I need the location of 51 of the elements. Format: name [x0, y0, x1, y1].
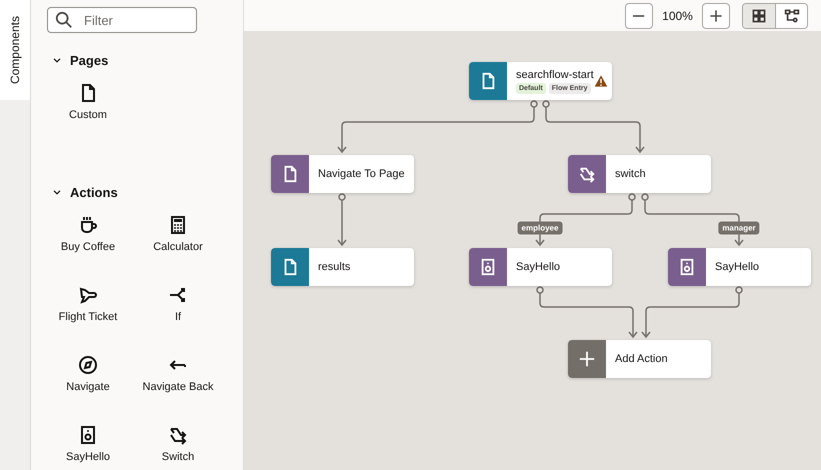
speaker-icon: [678, 258, 696, 276]
node-label: Navigate To Page: [318, 168, 406, 180]
zoom-in-button[interactable]: [702, 2, 730, 28]
switch-arrows-icon: [578, 165, 596, 183]
component-item[interactable]: Buy Coffee: [43, 199, 133, 269]
node-label: SayHello: [715, 261, 760, 273]
zoom-out-button[interactable]: [625, 2, 653, 28]
component-item[interactable]: If: [133, 269, 223, 339]
node-label: SayHello: [516, 261, 562, 273]
flow-node[interactable]: results: [271, 248, 414, 286]
node-label: Add Action: [615, 353, 669, 365]
flow-node[interactable]: switch: [568, 155, 711, 193]
component-item[interactable]: Navigate Back: [133, 339, 223, 409]
flow-node[interactable]: Navigate To Page: [271, 155, 414, 193]
plus-icon: [578, 350, 596, 368]
component-item[interactable]: Flight Ticket: [43, 269, 133, 339]
grid-icon: [751, 8, 767, 24]
coffee-cup-icon: [78, 215, 98, 235]
component-item[interactable]: SayHello: [43, 409, 133, 470]
airplane-icon: [78, 285, 98, 305]
compass-icon: [78, 355, 98, 375]
speaker-icon: [78, 425, 98, 445]
filter-field[interactable]: Filter: [47, 7, 197, 33]
components-tab[interactable]: Components: [0, 0, 30, 100]
view-toggle[interactable]: [743, 4, 775, 28]
zoom-level: 100%: [661, 8, 694, 22]
speaker-icon: [479, 258, 497, 276]
switch-arrows-icon: [168, 425, 188, 445]
branch-arrows-icon: [168, 285, 188, 305]
section-header[interactable]: Actions: [47, 185, 243, 199]
flow-node[interactable]: SayHello: [668, 248, 811, 286]
component-item[interactable]: Navigate: [43, 339, 133, 409]
component-item[interactable]: Switch: [133, 409, 223, 470]
section-header[interactable]: Pages: [47, 53, 243, 67]
search-icon: [55, 11, 73, 29]
node-label: switch: [615, 168, 647, 180]
flow-node[interactable]: Add Action: [568, 340, 711, 378]
branch-label: employee: [518, 222, 562, 234]
node-label: results: [318, 261, 352, 273]
connector: [337, 193, 347, 246]
flow-node[interactable]: SayHello: [469, 248, 612, 286]
component-item[interactable]: Custom: [43, 67, 133, 137]
view-toggle[interactable]: [775, 4, 807, 28]
calculator-icon: [168, 215, 188, 235]
warning-icon: [594, 74, 608, 88]
flow-diagram-icon: [784, 8, 800, 24]
component-item[interactable]: Calculator: [133, 199, 223, 269]
node-label: searchflow-start: [516, 68, 594, 80]
minus-icon: [633, 14, 645, 16]
plus-icon: [708, 8, 724, 24]
branch-label: manager: [718, 222, 760, 234]
